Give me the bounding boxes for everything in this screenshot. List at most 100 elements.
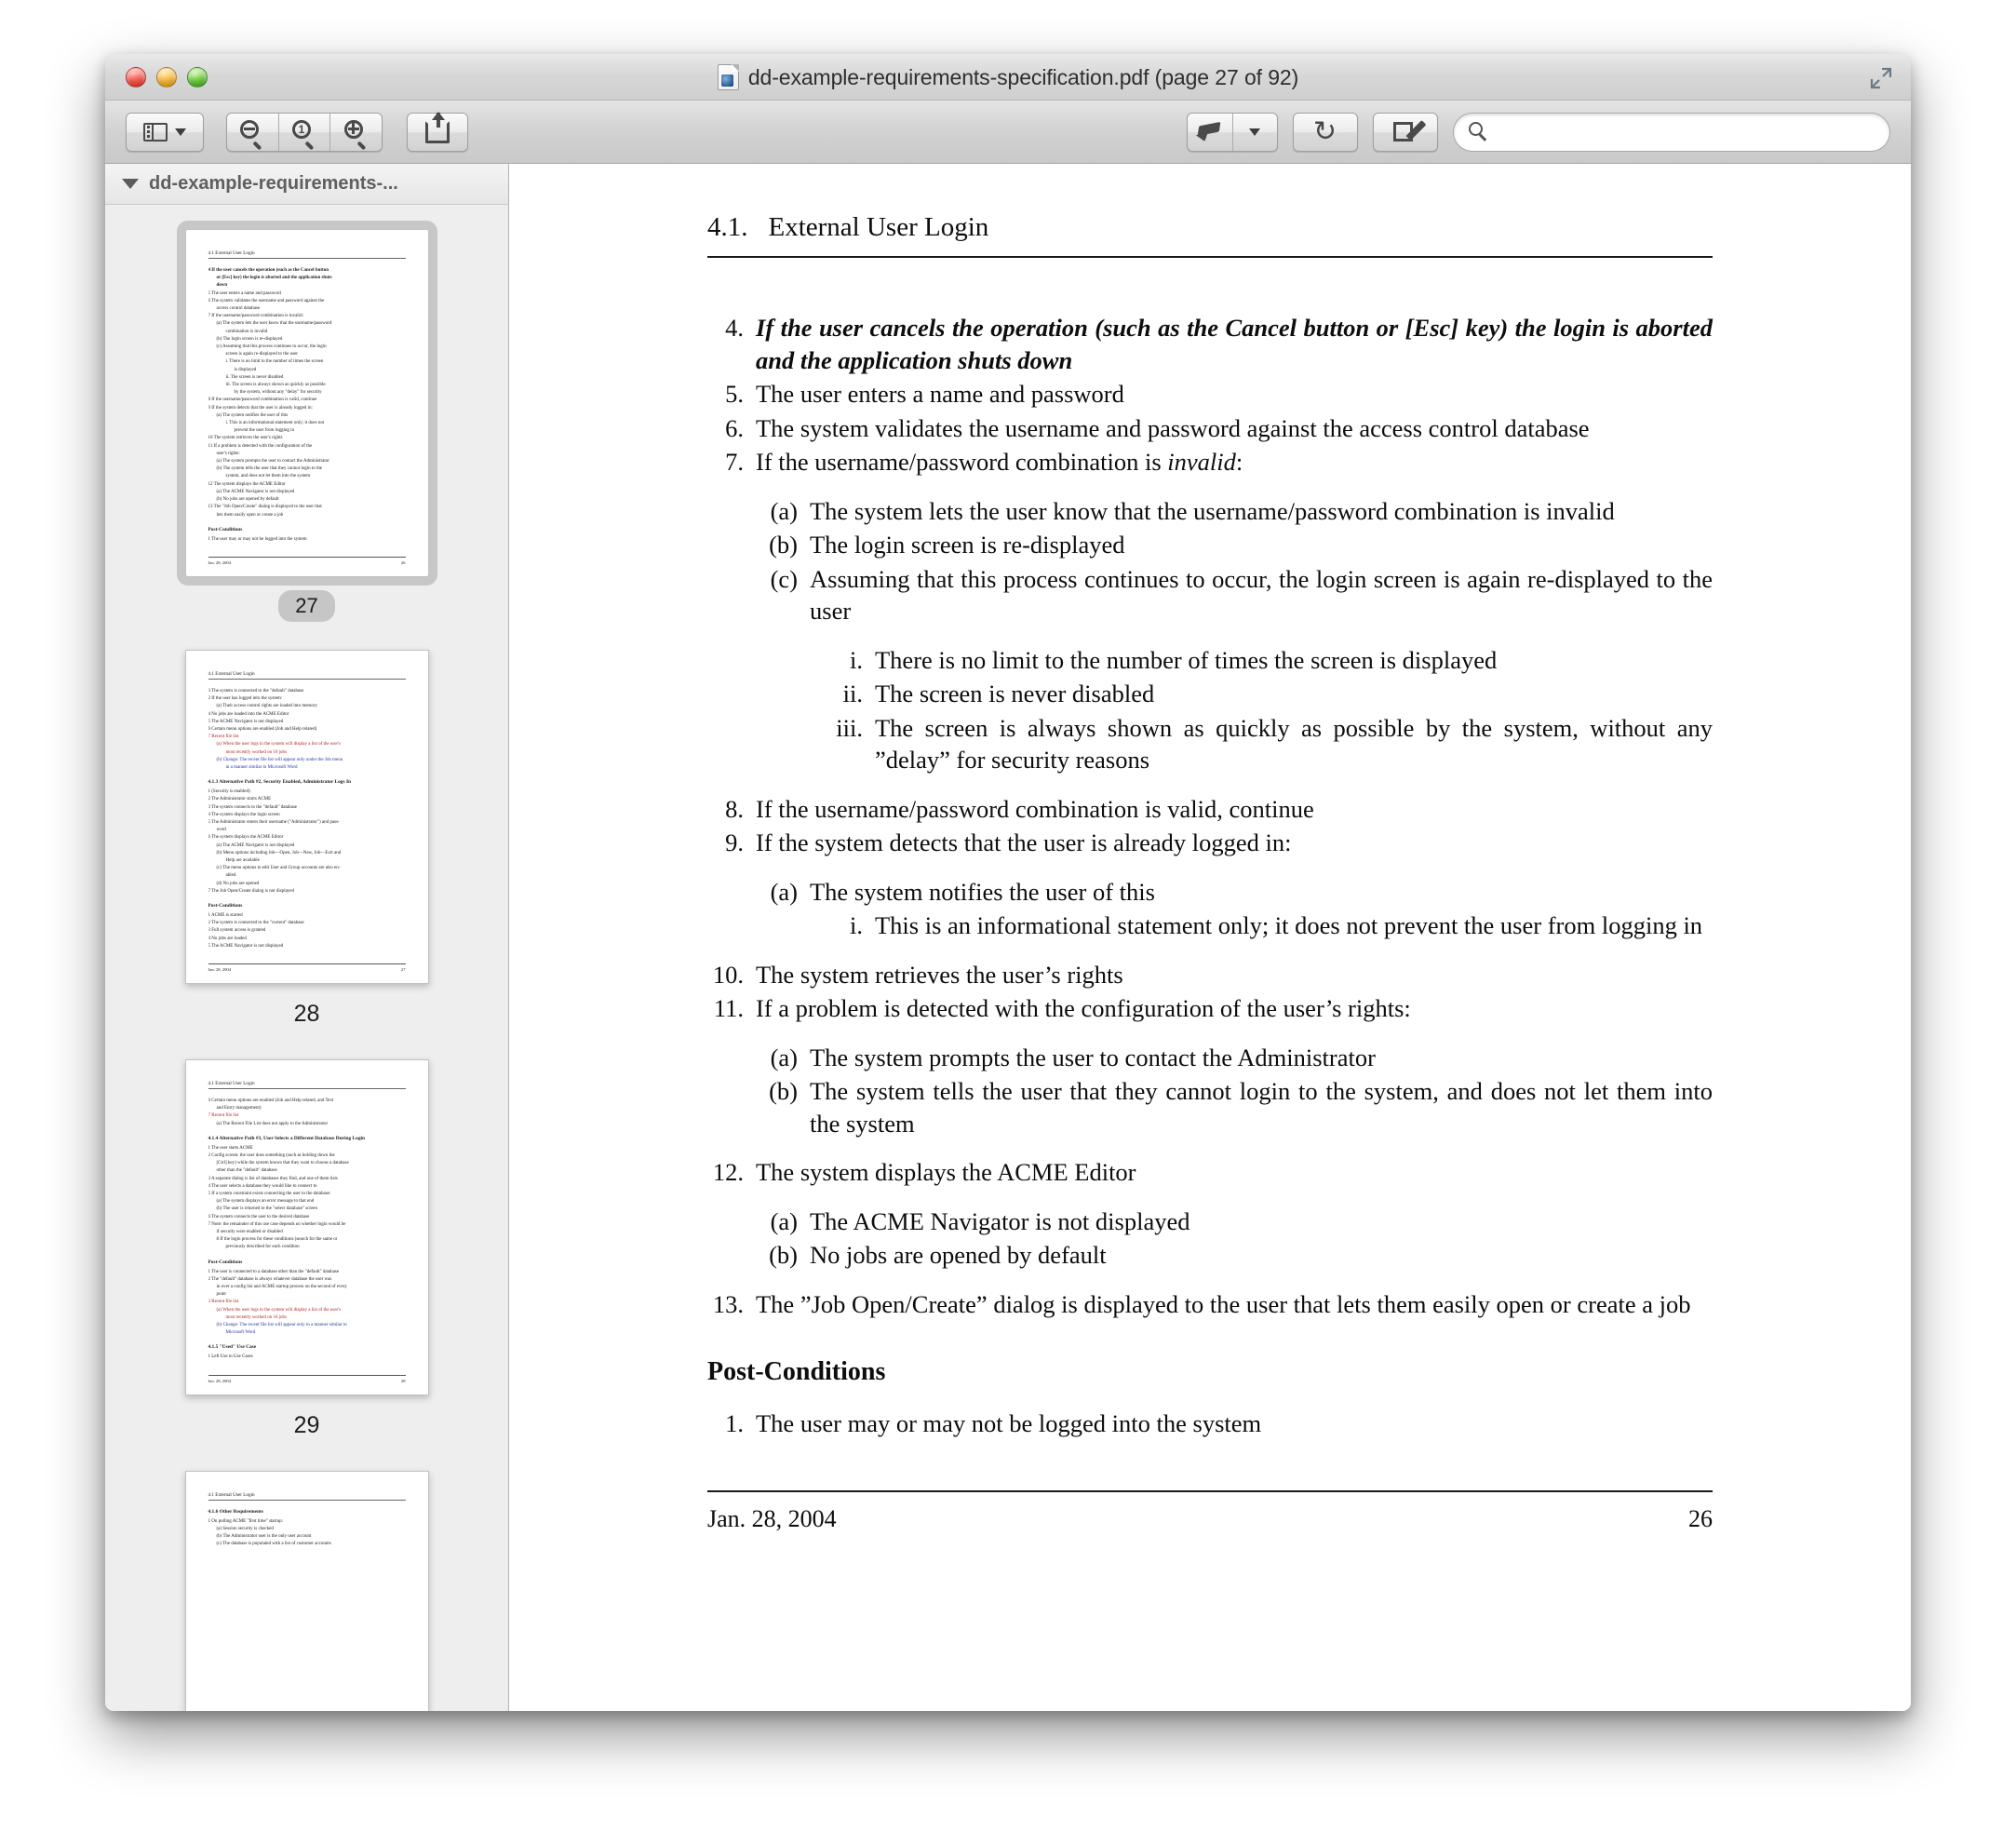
document-view[interactable]: 4.1. External User Login 4. If the user c… (509, 164, 1911, 1711)
thumbnail-item-29[interactable]: 4.1 External User Login 6 Certain menu o… (184, 1059, 429, 1471)
list-item-marker: 11. (713, 994, 744, 1022)
list-item-text: The user may or may not be logged into t… (756, 1409, 1262, 1437)
list-item-text: The ACME Navigator is not displayed (810, 1206, 1190, 1235)
mini-footer-right: 26 (400, 559, 406, 565)
mini-line: 3 A separate dialog is list of databases… (208, 1176, 338, 1181)
mini-line: [Ctrl] key) while the system knows that … (216, 1161, 349, 1166)
mini-line: 6 The system validates the username and … (208, 298, 325, 303)
search-icon (1469, 122, 1489, 142)
mini-line: 7 Recent file list (208, 1113, 239, 1119)
window-body: dd-example-requirements-... 4.1 External… (105, 164, 1911, 1711)
list-item-marker: (b) (769, 531, 798, 559)
fullscreen-icon[interactable] (1870, 67, 1892, 89)
mini-footer-right: 28 (400, 1378, 406, 1383)
page-footer: Jan. 28, 2004 26 (707, 1489, 1713, 1533)
pdf-page: 4.1. External User Login 4. If the user c… (652, 164, 1768, 1711)
mini-line: (b) Change: The recent file list will ap… (216, 1323, 347, 1328)
mini-line: (b) Change: The recent file list will ap… (216, 757, 343, 762)
mini-line: 13 The "Job Open/Create" dialog is displ… (208, 505, 322, 510)
list-item-marker: (a) (770, 1043, 798, 1071)
highlight-options-button[interactable] (1233, 114, 1278, 151)
mini-line: word (216, 828, 226, 833)
list-item-marker: 9. (725, 828, 744, 856)
toolbar: 1 ↺ (105, 101, 1911, 164)
thumbnail-page-27[interactable]: 4.1 External User Login 4 If the user ca… (176, 221, 437, 586)
mini-line: (b) The login screen is re-displayed (216, 336, 283, 342)
footer-date: Jan. 28, 2004 (707, 1504, 837, 1532)
mini-section-title: 4.1.6 Other Requirements (208, 1508, 263, 1515)
thumbnail-list[interactable]: 4.1 External User Login 4 If the user ca… (105, 205, 508, 1711)
thumbnail-item-27[interactable]: 4.1 External User Login 4 If the user ca… (176, 221, 437, 650)
mini-footer: Jan. 28, 2004 28 (208, 1374, 406, 1383)
mini-line: (a) The system prompts the user to conta… (216, 459, 329, 465)
mini-line: (a) Session security is checked (216, 1526, 274, 1531)
mini-lines-3: 1 Left Use to Use Cases (208, 1354, 406, 1361)
highlight-button[interactable] (1188, 114, 1233, 151)
triangle-down-icon[interactable] (122, 179, 139, 189)
thumbnail-item-30[interactable]: 4.1 External User Login 4.1.6 Other Requ… (184, 1470, 429, 1711)
list-item: ii. The screen is never disabled (825, 678, 1713, 710)
maximize-button[interactable] (187, 67, 208, 88)
list-item-text: The system notifies the user of this (810, 877, 1155, 906)
list-item: (a) The system prompts the user to contac… (756, 1042, 1713, 1074)
thumbnail-page-28[interactable]: 4.1 External User Login 3 The system is … (184, 649, 429, 984)
list-item-text: The system prompts the user to contact t… (810, 1043, 1376, 1071)
mini-post-heading: Post-Conditions (208, 1259, 243, 1265)
list-item-marker: 10. (712, 960, 744, 989)
mini-line: 7 If the username/password combination i… (208, 314, 303, 319)
mini-line: 2 The Administrator starts ACME (208, 797, 272, 802)
zoom-actual-size-button[interactable]: 1 (279, 113, 331, 151)
mini-line: (c) Assuming that this process continues… (216, 344, 327, 350)
mini-line: 11 If a problem is detected with the con… (208, 443, 313, 449)
mini-footer: Jan. 28, 2004 27 (208, 963, 406, 972)
thumbnail-page-label-29: 29 (293, 1411, 320, 1438)
title-bar[interactable]: dd-example-requirements-specification.pd… (105, 54, 1911, 101)
search-field[interactable] (1453, 113, 1890, 152)
thumbnail-page-30[interactable]: 4.1 External User Login 4.1.6 Other Requ… (184, 1470, 429, 1711)
search-input[interactable] (1497, 122, 1875, 142)
mini-line: 4 No jobs are loaded (208, 936, 247, 941)
highlight-button-group (1187, 113, 1278, 152)
footer-page-number: 26 (1688, 1504, 1713, 1532)
list-item-text: If a problem is detected with the config… (756, 994, 1411, 1022)
markup-button[interactable] (1373, 113, 1438, 152)
list-item: 5. The user enters a name and password (707, 378, 1713, 411)
thumbnail-item-28[interactable]: 4.1 External User Login 3 The system is … (184, 649, 429, 1059)
sidebar-toggle-button[interactable] (126, 112, 204, 152)
mini-lines-2: 1 (Security is enabled) 2 The Administrat… (208, 788, 406, 896)
mini-line: 1 The user may or may not be logged into… (208, 536, 307, 542)
thumbnail-content-29: 4.1 External User Login 6 Certain menu o… (186, 1060, 428, 1394)
minimize-button[interactable] (156, 67, 177, 88)
section-title-text: External User Login (768, 212, 989, 242)
list-item-text: If the username/password combination is … (756, 794, 1314, 823)
list-item-text: The screen is always shown as quickly as… (875, 713, 1713, 775)
list-item-text: If the system detects that the user is a… (756, 828, 1292, 856)
close-button[interactable] (126, 67, 146, 88)
rotate-button[interactable]: ↺ (1293, 113, 1358, 152)
mini-line: by the system, without any "delay" for s… (234, 390, 322, 396)
zoom-out-button[interactable] (227, 113, 279, 151)
mini-line: is displayed (234, 367, 257, 372)
mini-lines: 6 Certain menu options are enabled (Job … (208, 1098, 406, 1128)
list-item-text: There is no limit to the number of times… (875, 645, 1498, 674)
mini-line: most recently worked on 10 jobs (225, 749, 287, 755)
thumbnail-page-29[interactable]: 4.1 External User Login 6 Certain menu o… (184, 1059, 429, 1395)
mini-footer-left: Jan. 28, 2004 (208, 559, 232, 565)
list-item: (b) The login screen is re-displayed (756, 529, 1713, 561)
mini-line: most recently worked on 10 jobs (225, 1314, 287, 1320)
sidebar-header-label: dd-example-requirements-... (149, 173, 398, 194)
numbered-list: 4. If the user cancels the operation (suc… (707, 312, 1713, 1320)
zoom-in-button[interactable] (330, 114, 382, 151)
list-item: 1. The user may or may not be logged into… (707, 1408, 1713, 1440)
mini-line: if security were enabled or disabled (216, 1230, 283, 1235)
mini-line: 7 The Job Open/Create dialog is not disp… (208, 888, 295, 894)
mini-section-title: 4.1.3 Alternative Path #2, Security Enab… (208, 779, 352, 786)
mini-footer: Jan. 28, 2004 26 (208, 556, 406, 565)
list-item-text: If the user cancels the operation (such … (756, 314, 1713, 374)
sidebar-header[interactable]: dd-example-requirements-... (105, 164, 508, 205)
share-button[interactable] (407, 111, 468, 152)
list-item-marker: (c) (770, 564, 798, 593)
list-item-marker: 6. (725, 413, 744, 442)
mini-line: 4 If the user cancels the operation (suc… (208, 268, 329, 273)
